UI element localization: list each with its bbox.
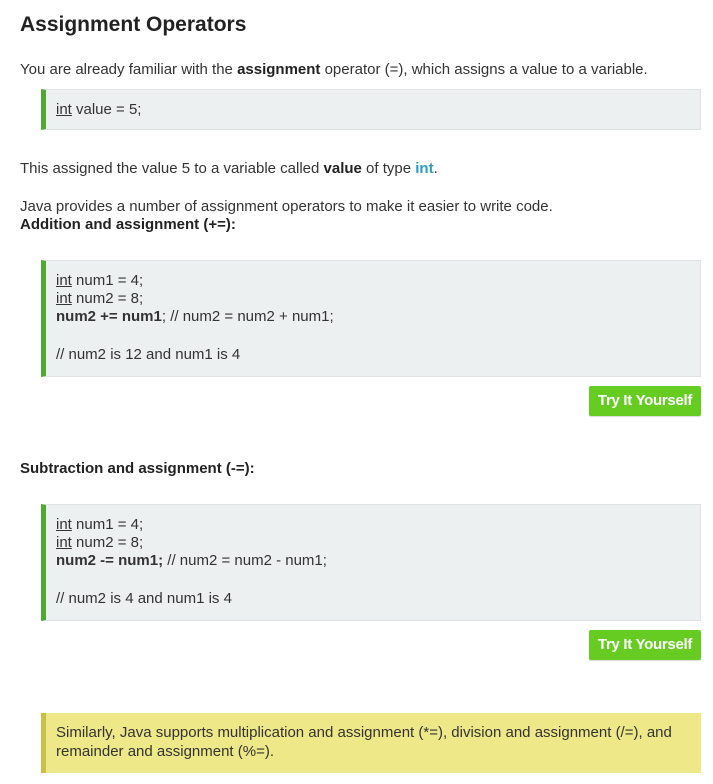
page-title: Assignment Operators	[20, 13, 247, 36]
int-type-link: int	[415, 160, 434, 177]
para2-mid: of type	[361, 160, 416, 177]
para2-pre: This assigned the value 5 to a variable …	[20, 160, 324, 177]
code-bold: num2 -= num1;	[56, 552, 164, 569]
code-text: num2 = 8;	[71, 534, 144, 551]
code-block-addition: int num1 = 4; int num2 = 8; num2 += num1…	[41, 260, 701, 377]
int-keyword: int	[56, 272, 72, 289]
code-bold: num2 += num1	[56, 308, 162, 325]
intro-text-post: operator (=), which assigns a value to a…	[320, 61, 648, 78]
code-text: value = 5;	[71, 101, 142, 118]
para2-bold: value	[323, 160, 362, 177]
code-line: int num2 = 8;	[56, 290, 700, 308]
para2-post: .	[433, 160, 438, 177]
code-text: num1 = 4;	[71, 516, 144, 533]
code-text: // num2 = num2 - num1;	[163, 552, 327, 569]
code-line: // num2 is 12 and num1 is 4	[56, 346, 241, 363]
code-line: int num2 = 8;	[56, 534, 700, 552]
try-it-yourself-button[interactable]: Try It Yourself	[589, 630, 701, 660]
note-box: Similarly, Java supports multiplication …	[41, 713, 701, 773]
code-block-value: int value = 5;	[41, 89, 701, 130]
assigned-paragraph: This assigned the value 5 to a variable …	[20, 159, 438, 178]
code-line: num2 -= num1; // num2 = num2 - num1;	[56, 552, 700, 570]
try-it-yourself-button[interactable]: Try It Yourself	[589, 386, 701, 416]
int-keyword: int	[56, 534, 72, 551]
code-text: ; // num2 = num2 + num1;	[161, 308, 334, 325]
intro-paragraph: You are already familiar with the assign…	[20, 60, 648, 79]
code-line: num2 += num1; // num2 = num2 + num1;	[56, 308, 700, 326]
code-line: // num2 is 4 and num1 is 4	[56, 590, 232, 607]
code-text: num2 = 8;	[71, 290, 144, 307]
int-keyword: int	[56, 101, 72, 118]
java-paragraph: Java provides a number of assignment ope…	[20, 198, 553, 215]
code-line: int num1 = 4;	[56, 516, 700, 534]
intro-text-pre: You are already familiar with the	[20, 61, 238, 78]
intro-text-bold: assignment	[237, 61, 321, 78]
code-line: int num1 = 4;	[56, 272, 700, 290]
int-keyword: int	[56, 290, 72, 307]
section-heading-subtraction: Subtraction and assignment (-=):	[20, 460, 255, 477]
code-text: num1 = 4;	[71, 272, 144, 289]
code-block-subtraction: int num1 = 4; int num2 = 8; num2 -= num1…	[41, 504, 701, 621]
section-heading-addition: Addition and assignment (+=):	[20, 216, 236, 233]
int-keyword: int	[56, 516, 72, 533]
code-line: int value = 5;	[56, 101, 700, 119]
